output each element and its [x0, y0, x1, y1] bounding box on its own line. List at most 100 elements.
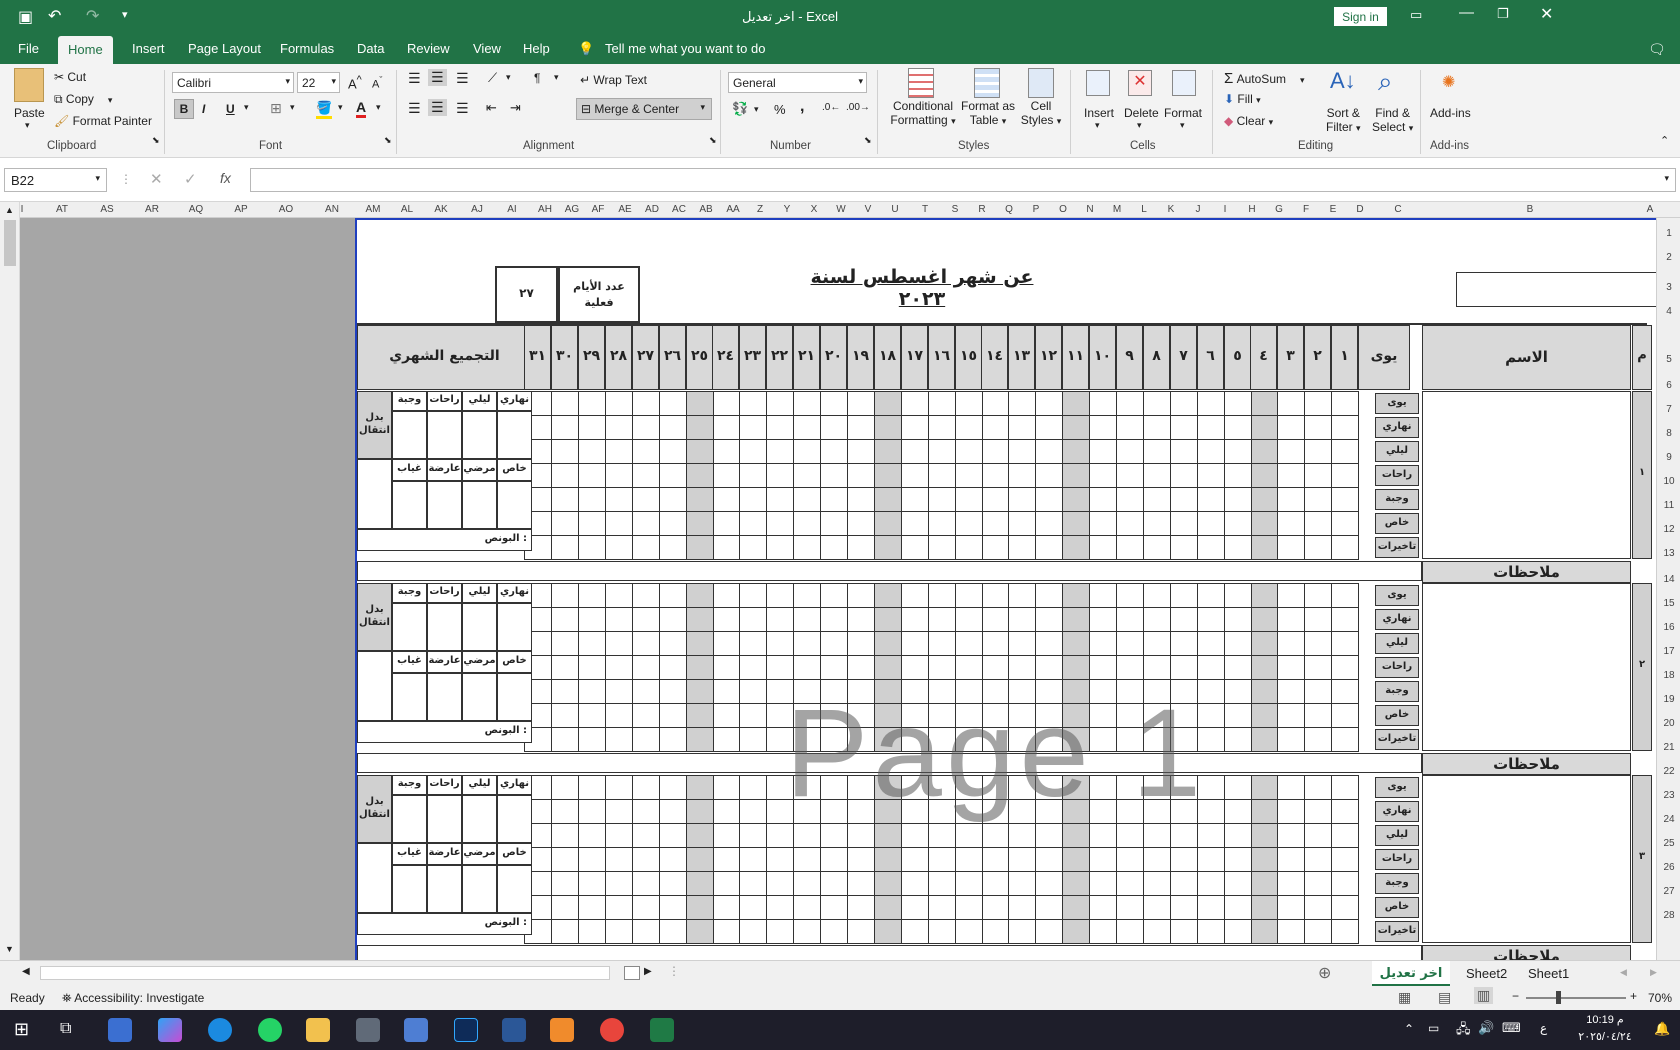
day-cell[interactable] — [820, 463, 848, 488]
fill-color-icon[interactable]: 🪣 — [316, 100, 333, 119]
day-cell[interactable] — [766, 511, 794, 536]
day-cell[interactable] — [1116, 679, 1144, 704]
day-cell[interactable] — [928, 415, 956, 440]
wrap-text-button[interactable]: ↵ Wrap Text — [580, 73, 647, 87]
day-cell[interactable] — [820, 727, 848, 752]
font-color-dropdown-icon[interactable]: ▾ — [376, 102, 381, 113]
day-cell[interactable] — [901, 919, 929, 944]
day-cell[interactable] — [766, 583, 794, 608]
clipboard-launcher-icon[interactable]: ⬊ — [152, 135, 160, 146]
day-cell[interactable] — [578, 631, 606, 656]
day-cell[interactable] — [1224, 703, 1252, 728]
day-cell[interactable] — [632, 535, 660, 560]
day-cell[interactable] — [901, 823, 929, 848]
day-cell[interactable] — [1035, 439, 1063, 464]
summary-value-top[interactable] — [462, 603, 497, 651]
cell-styles-button[interactable]: Cell Styles ▾ — [1018, 99, 1064, 127]
day-cell[interactable] — [1224, 631, 1252, 656]
day-cell[interactable] — [578, 919, 606, 944]
day-cell[interactable] — [1170, 391, 1198, 416]
day-cell[interactable] — [1304, 799, 1332, 824]
day-cell[interactable] — [739, 847, 767, 872]
day-cell[interactable] — [1170, 871, 1198, 896]
addins-button[interactable]: Add-ins — [1430, 106, 1471, 120]
day-cell[interactable] — [739, 415, 767, 440]
edge-icon[interactable] — [208, 1018, 232, 1042]
day-cell[interactable] — [551, 655, 579, 680]
day-cell[interactable] — [605, 535, 633, 560]
day-cell[interactable] — [793, 727, 821, 752]
day-cell[interactable] — [605, 463, 633, 488]
day-cell[interactable] — [551, 415, 579, 440]
day-cell[interactable] — [739, 823, 767, 848]
day-cell[interactable] — [605, 511, 633, 536]
row-header[interactable]: 11 — [1657, 500, 1680, 511]
day-cell[interactable] — [659, 391, 687, 416]
row-header[interactable]: 13 — [1657, 548, 1680, 559]
bold-button[interactable]: B — [174, 99, 194, 119]
column-header[interactable]: AN — [322, 204, 342, 215]
day-cell[interactable] — [847, 487, 875, 512]
tab-scroll-left-icon[interactable]: ◀ — [1620, 967, 1627, 978]
column-header[interactable]: M — [1107, 204, 1127, 215]
day-cell[interactable] — [1008, 655, 1036, 680]
day-cell[interactable] — [551, 847, 579, 872]
column-header[interactable]: AM — [363, 204, 383, 215]
calculator-icon[interactable] — [356, 1018, 380, 1042]
notes-row[interactable] — [357, 753, 1422, 773]
close-icon[interactable]: ✕ — [1540, 4, 1553, 24]
summary-value-top[interactable] — [497, 603, 532, 651]
day-cell[interactable] — [1250, 391, 1278, 416]
day-cell[interactable] — [955, 535, 983, 560]
day-cell[interactable] — [981, 871, 1009, 896]
day-cell[interactable] — [578, 655, 606, 680]
day-cell[interactable] — [551, 703, 579, 728]
day-cell[interactable] — [1250, 895, 1278, 920]
day-cell[interactable] — [874, 607, 902, 632]
day-cell[interactable] — [605, 415, 633, 440]
font-size-select[interactable]: 22 ▾ — [297, 72, 340, 93]
day-cell[interactable] — [578, 583, 606, 608]
day-cell[interactable] — [981, 775, 1009, 800]
day-cell[interactable] — [1331, 607, 1359, 632]
day-cell[interactable] — [1008, 775, 1036, 800]
day-cell[interactable] — [605, 847, 633, 872]
row-header[interactable]: 27 — [1657, 886, 1680, 897]
row-header[interactable]: 7 — [1657, 404, 1680, 415]
paste-icon[interactable] — [14, 68, 44, 102]
day-cell[interactable] — [928, 703, 956, 728]
day-cell[interactable] — [712, 535, 740, 560]
day-cell[interactable] — [1250, 775, 1278, 800]
day-cell[interactable] — [659, 655, 687, 680]
day-cell[interactable] — [847, 511, 875, 536]
day-cell[interactable] — [712, 895, 740, 920]
day-cell[interactable] — [820, 895, 848, 920]
day-cell[interactable] — [578, 847, 606, 872]
day-cell[interactable] — [901, 535, 929, 560]
day-cell[interactable] — [1116, 511, 1144, 536]
undo-icon[interactable]: ↶ — [48, 6, 61, 26]
day-cell[interactable] — [712, 727, 740, 752]
day-cell[interactable] — [1197, 655, 1225, 680]
day-cell[interactable] — [739, 703, 767, 728]
day-cell[interactable] — [1116, 391, 1144, 416]
row-header[interactable]: 17 — [1657, 646, 1680, 657]
day-cell[interactable] — [659, 775, 687, 800]
day-cell[interactable] — [901, 415, 929, 440]
day-cell[interactable] — [1008, 415, 1036, 440]
day-cell[interactable] — [659, 799, 687, 824]
day-cell[interactable] — [1089, 655, 1117, 680]
day-cell[interactable] — [1089, 679, 1117, 704]
day-cell[interactable] — [712, 799, 740, 824]
day-cell[interactable] — [1224, 895, 1252, 920]
day-cell[interactable] — [1277, 631, 1305, 656]
day-cell[interactable] — [901, 895, 929, 920]
day-cell[interactable] — [686, 655, 714, 680]
day-cell[interactable] — [1331, 439, 1359, 464]
day-cell[interactable] — [1116, 727, 1144, 752]
keyboard-icon[interactable]: ⌨ — [1502, 1020, 1521, 1036]
day-cell[interactable] — [955, 631, 983, 656]
day-cell[interactable] — [981, 415, 1009, 440]
day-cell[interactable] — [1250, 679, 1278, 704]
worksheet-page[interactable]: عن شهر اغسطس لسنة ٢٠٢٣ ٢٧ عدد الأيام فعل… — [355, 218, 1656, 960]
